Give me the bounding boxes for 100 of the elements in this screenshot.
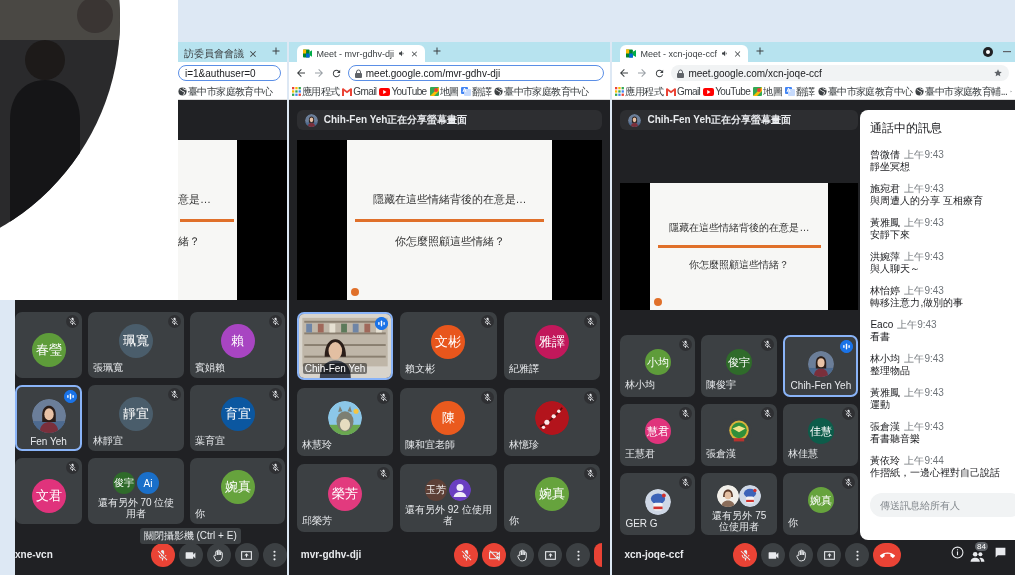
message-text: 運動 (870, 399, 892, 411)
participant-name: 林慧玲 (301, 438, 333, 452)
slide-dot-icon (350, 288, 359, 296)
avatar: 俊宇 (113, 472, 135, 494)
present-button[interactable] (538, 543, 563, 567)
hand-icon (515, 548, 529, 562)
participant-name: 林小均 (625, 378, 657, 392)
mic-off-icon (583, 391, 597, 404)
video-camera-icon (302, 49, 313, 58)
avatar: 雅譯 (534, 325, 569, 359)
participant-name: 林靜宜 (93, 434, 124, 448)
avatar: 俊宇 (726, 349, 753, 375)
address-bar[interactable]: meet.google.com/xcn-joqe-ccf (671, 65, 1009, 81)
mic-off-icon (376, 391, 390, 404)
participant-name: 你 (195, 507, 206, 521)
info-button[interactable] (951, 546, 964, 559)
avatar: 慧君 (644, 418, 671, 444)
meeting-code: xcn-joqe-ccf (624, 549, 684, 562)
translate-icon (785, 87, 796, 96)
message-time: 上午9:44 (904, 455, 944, 467)
address-bar[interactable]: meet.google.com/mvr-gdhv-dji (347, 65, 605, 81)
translate-icon (461, 87, 472, 96)
participant-name: 邱榮芳 (301, 514, 333, 528)
address-bar[interactable]: i=1&authuser=0 (178, 65, 281, 81)
participant-name: 葉育宜 (195, 434, 226, 448)
participant-name: 你 (508, 514, 520, 528)
chat-title: 通話中的訊息 (870, 120, 944, 137)
mic-off-icon (679, 407, 693, 420)
bookmark-link[interactable]: Gmail (666, 86, 701, 97)
sender-name: 施宛君 (870, 183, 901, 195)
microphone-button[interactable] (733, 543, 758, 567)
mic-off-icon (269, 315, 282, 328)
apps-grid-icon (291, 87, 301, 96)
participant-name: 賴文彬 (404, 362, 436, 376)
mic-off-icon (459, 548, 473, 562)
close-icon (733, 48, 743, 59)
tab-title: Meet - mvr-gdhv-dji (316, 48, 394, 59)
participant-name: 林佳慧 (788, 447, 820, 461)
message-input[interactable]: 傳送訊息給所有人 (870, 493, 1015, 517)
more-button[interactable] (845, 543, 870, 567)
bookmark-link[interactable]: 應用程式 (291, 84, 340, 99)
video-camera-icon (626, 49, 637, 58)
bookmark-link[interactable]: 地圖 (753, 84, 783, 99)
microphone-button[interactable] (150, 543, 175, 567)
plus-icon (754, 45, 767, 57)
bookmark-link[interactable]: YouTube (379, 86, 427, 97)
end-call-button[interactable] (873, 543, 902, 567)
bookmark-link[interactable]: 臺中市家庭教育中心 (817, 84, 913, 99)
message-time: 上午9:43 (904, 353, 944, 365)
people-button[interactable]: 84 (970, 542, 988, 563)
sender-name: 張倉漢 (870, 421, 901, 433)
participant-count: 還有另外 75 位使用者 (711, 510, 768, 532)
camera-button[interactable] (178, 543, 203, 567)
sender-name: 黃依玲 (870, 455, 901, 467)
camera-button[interactable] (761, 543, 786, 567)
present-button[interactable] (234, 543, 259, 567)
globe-icon (817, 87, 827, 96)
message-time: 上午9:43 (904, 421, 944, 433)
count-badge: 84 (975, 542, 988, 551)
message-text: 安靜下來 (870, 229, 912, 241)
mic-off-icon (156, 548, 170, 562)
more-button[interactable] (262, 543, 287, 567)
camera-button[interactable] (482, 543, 507, 567)
avatar: 春瑩 (31, 332, 66, 367)
bookmark-link[interactable]: 應用程式 (615, 84, 663, 99)
participant-name: 張珮寬 (93, 361, 124, 375)
raise-hand-button[interactable] (789, 543, 814, 567)
bookmark-link[interactable]: 翻譯 (461, 84, 492, 99)
bookmark-link[interactable]: 臺中市家庭教育輔... (915, 84, 1008, 99)
browser-tab[interactable]: Meet - mvr-gdhv-dji (296, 45, 425, 62)
globe-icon (178, 87, 187, 96)
mic-off-icon (583, 467, 597, 480)
browser-tab[interactable]: Meet - xcn-joqe-ccf (620, 45, 749, 62)
microphone-button[interactable] (454, 543, 479, 567)
participant-name: Fen Yeh (29, 435, 68, 447)
bookmark-link[interactable]: 翻譯 (785, 84, 815, 99)
present-button[interactable] (817, 543, 842, 567)
mic-off-icon (583, 315, 597, 328)
bookmark-link[interactable]: YouTube (703, 86, 751, 97)
raise-hand-button[interactable] (510, 543, 535, 567)
bookmark-link[interactable]: Gmail (342, 86, 377, 97)
mic-off-icon (761, 338, 775, 351)
participant-count: 還有另外 92 位使用者 (404, 504, 492, 526)
avatar: 陳 (431, 401, 466, 435)
profile-icon[interactable] (983, 47, 993, 57)
raise-hand-button[interactable] (206, 543, 231, 567)
message-time: 上午9:43 (904, 387, 944, 399)
avatar: 小均 (644, 349, 671, 375)
tab-title: 訪委員會會議 (184, 46, 244, 61)
bookmark-link[interactable]: 臺中市家庭教育中心 (494, 84, 589, 99)
more-button[interactable] (566, 543, 591, 567)
slide-text: 隱藏在這些情緒背後的在意是… (669, 221, 810, 235)
chat-button[interactable] (994, 546, 1007, 559)
bookmark-link[interactable]: 地圖 (429, 84, 459, 99)
camera-off-icon (487, 548, 501, 562)
avatar: 賴 (220, 324, 255, 358)
participant-name: Chih-Fen Yeh (790, 379, 852, 391)
info-icon (951, 546, 964, 559)
sender-name: 洪婉萍 (870, 251, 901, 263)
envelope-icon (666, 87, 676, 96)
